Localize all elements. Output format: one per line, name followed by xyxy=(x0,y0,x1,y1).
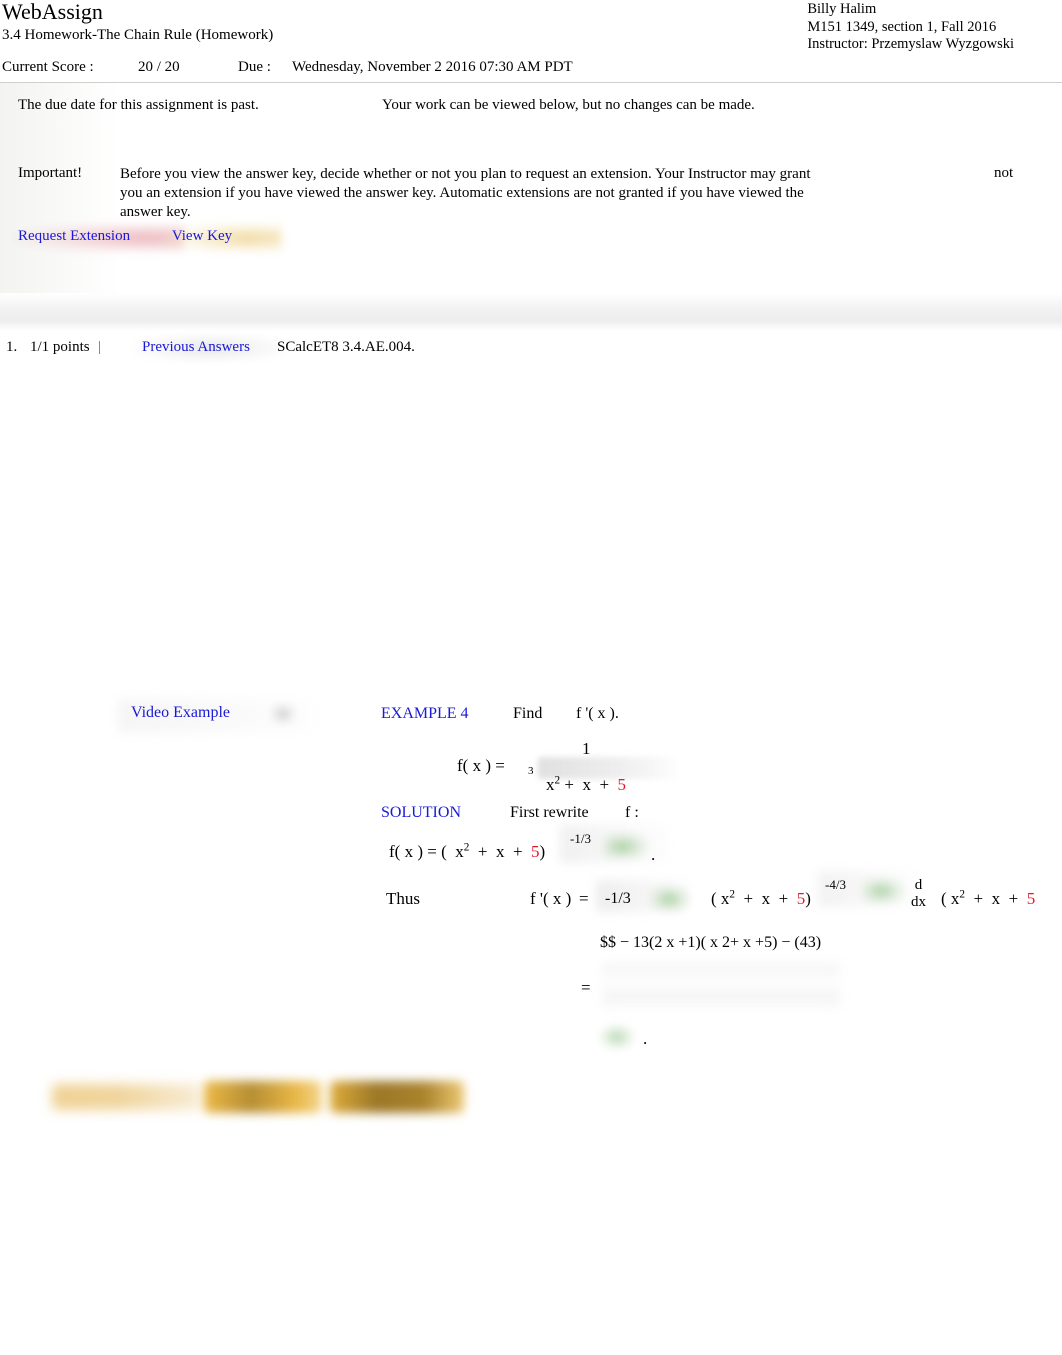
ddx-numerator: d xyxy=(914,877,923,893)
thus-equals: = xyxy=(579,889,589,908)
final-fraction-answer-box[interactable] xyxy=(602,963,840,1011)
problem-lhs: f( x ) = xyxy=(457,756,505,775)
rewrite-x: x xyxy=(455,842,464,861)
video-play-icon xyxy=(270,703,296,725)
rewrite-lhs: f( x ) = ( xyxy=(389,842,447,861)
final-equals: = xyxy=(581,978,591,997)
tail-plus-2: + xyxy=(1008,889,1019,908)
final-period: . xyxy=(643,1029,648,1048)
tail-open: ( x xyxy=(941,889,960,908)
notice-actions: Request Extension View Key xyxy=(12,223,282,253)
video-example-link[interactable]: Video Example xyxy=(131,704,230,722)
question-separator: | xyxy=(98,339,102,355)
watch-it-button[interactable] xyxy=(330,1081,464,1113)
view-key-label[interactable]: View Key xyxy=(172,228,232,244)
question-code: SCalcET8 3.4.AE.004. xyxy=(277,339,415,355)
read-it-button[interactable] xyxy=(204,1081,322,1113)
important-not-emphasis: not xyxy=(994,165,1014,181)
current-score-label: Current Score : xyxy=(2,59,94,75)
rewrite-equation: f( x ) = ( x2 + x + 5) xyxy=(389,842,545,862)
example-title: EXAMPLE 4 xyxy=(381,705,469,722)
radicand-b: x xyxy=(582,775,591,794)
thus-paren-close: ) xyxy=(805,889,811,908)
radicand-constant: 5 xyxy=(617,775,627,794)
notice-panel: The due date for this assignment is past… xyxy=(0,83,1062,293)
tail-exponent: 2 xyxy=(959,888,966,901)
thus-fprime: f '( x ) xyxy=(530,889,572,908)
tail-constant: 5 xyxy=(1026,889,1036,908)
correct-check-icon-3 xyxy=(862,878,904,904)
example-find-target: f '( x ). xyxy=(576,705,619,722)
thus-paren-plus-2: + xyxy=(778,889,789,908)
important-body: Before you view the answer key, decide w… xyxy=(120,166,811,220)
page-header: WebAssign 3.4 Homework-The Chain Rule (H… xyxy=(0,0,1062,55)
rewrite-x-exponent: 2 xyxy=(463,841,470,854)
solution-first-rewrite: First rewrite xyxy=(510,804,589,821)
radicand-plus-1: + xyxy=(564,775,574,794)
rewrite-close-paren: ) xyxy=(539,842,546,861)
important-label: Important! xyxy=(18,165,83,181)
due-label: Due : xyxy=(238,59,271,75)
thus-tail: ( x2 + x + 5 xyxy=(941,889,1035,909)
tail-plus-1: + xyxy=(973,889,984,908)
solution-title: SOLUTION xyxy=(381,804,461,821)
rewrite-constant: 5 xyxy=(531,842,540,861)
view-key-button[interactable]: View Key xyxy=(163,223,282,253)
thus-paren-plus-1: + xyxy=(743,889,754,908)
assignment-title: 3.4 Homework-The Chain Rule (Homework) xyxy=(2,27,274,43)
root-index: 3 xyxy=(528,765,534,777)
need-help-label xyxy=(52,1084,200,1110)
rewrite-period: . xyxy=(651,845,656,864)
question-points: 1/1 points xyxy=(30,339,90,355)
app-brand: WebAssign xyxy=(2,0,103,24)
thus-paren-open: ( x xyxy=(711,889,730,908)
current-score-value: 20 / 20 xyxy=(138,59,180,75)
rewrite-b: x xyxy=(495,842,505,861)
thus-label: Thus xyxy=(386,889,420,908)
student-name: Billy Halim xyxy=(807,1,877,17)
derivative-operator: d dx xyxy=(911,877,926,911)
fraction-numerator: 1 xyxy=(582,739,591,758)
rewrite-exponent-answer: -1/3 xyxy=(570,831,591,846)
raw-latex-line: $$ − 13(2 x +1)( x 2+ x +5) − (43) xyxy=(600,934,822,951)
correct-check-icon-4 xyxy=(600,1025,634,1049)
question-number: 1. xyxy=(6,339,18,355)
example-find-label: Find xyxy=(513,705,543,722)
section-divider xyxy=(0,293,1062,331)
past-due-message: The due date for this assignment is past… xyxy=(18,97,259,113)
thus-exponent-answer: -4/3 xyxy=(825,877,846,892)
request-extension-label[interactable]: Request Extension xyxy=(18,228,130,244)
viewable-message: Your work can be viewed below, but no ch… xyxy=(382,97,755,113)
tail-b: x xyxy=(991,889,1001,908)
thus-parenthetical: ( x2 + x + 5) xyxy=(711,889,811,909)
thus-paren-b: x xyxy=(761,889,771,908)
score-bar: Current Score : 20 / 20 Due : Wednesday,… xyxy=(0,55,1062,83)
thus-paren-constant: 5 xyxy=(796,889,806,908)
radicand: x2 + x + 5 xyxy=(546,775,626,795)
student-info: Billy Halim M151 1349, section 1, Fall 2… xyxy=(807,1,1014,54)
correct-check-icon xyxy=(604,833,648,859)
radicand-plus-2: + xyxy=(599,775,610,794)
ddx-denominator: dx xyxy=(911,894,926,910)
rewrite-plus-1: + xyxy=(477,842,488,861)
request-extension-button[interactable]: Request Extension xyxy=(12,223,184,253)
radicand-x-exponent: 2 xyxy=(554,774,561,787)
coefficient-answer-value: -1/3 xyxy=(605,890,631,907)
correct-check-icon-2 xyxy=(650,886,690,912)
previous-answers-link[interactable]: Previous Answers xyxy=(142,339,250,356)
course-section: M151 1349, section 1, Fall 2016 xyxy=(807,18,997,35)
due-value: Wednesday, November 2 2016 07:30 AM PDT xyxy=(292,59,573,75)
thus-paren-exponent: 2 xyxy=(729,888,736,901)
instructor-name: Instructor: Przemyslaw Wyzgowski xyxy=(807,36,1014,52)
need-help-bar xyxy=(0,1076,500,1136)
radicand-x: x xyxy=(546,775,555,794)
rewrite-plus-2: + xyxy=(512,842,523,861)
question-block: 1. 1/1 points | Previous Answers SCalcET… xyxy=(0,331,1062,1351)
solution-f-colon: f : xyxy=(625,804,639,821)
